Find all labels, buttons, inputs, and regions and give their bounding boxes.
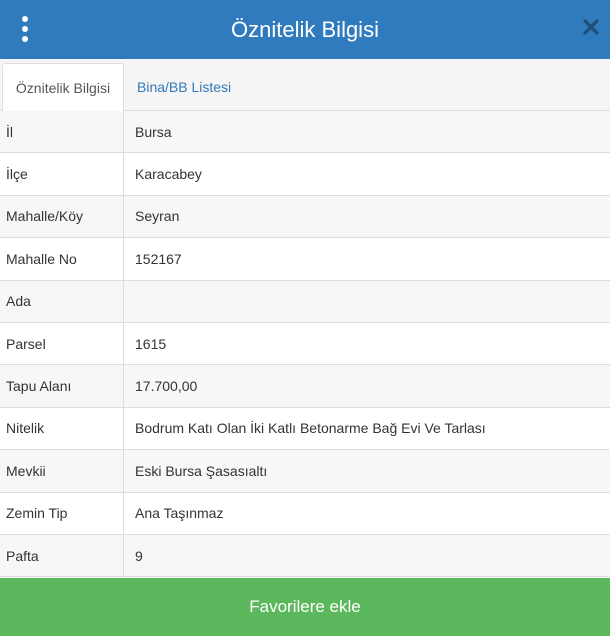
table-row: Mevkii Eski Bursa Şasasıaltı: [0, 450, 610, 493]
attribute-key: Ada: [0, 280, 124, 322]
attribute-value: Eski Bursa Şasasıaltı: [135, 462, 268, 479]
tab-attribute-info[interactable]: Öznitelik Bilgisi: [2, 63, 124, 112]
attribute-value: 1615: [135, 335, 167, 352]
attribute-value: Karacabey: [135, 166, 202, 183]
attribute-key: Mahalle/Köy: [0, 195, 124, 238]
attribute-value: Seyran: [135, 208, 180, 225]
add-to-favorites-button[interactable]: Favorilere ekle: [0, 578, 610, 636]
attribute-value: Ana Taşınmaz: [135, 505, 224, 522]
tab-building-list[interactable]: Bina/BB Listesi: [137, 63, 231, 111]
attribute-key: Tapu Alanı: [0, 365, 124, 407]
menu-dot: [22, 26, 28, 32]
tab-bar: Öznitelik Bilgisi Bina/BB Listesi: [0, 59, 610, 112]
table-row: Parsel 1615: [0, 322, 610, 366]
attribute-table: İl Bursa İlçe Karacabey Mahalle/Köy Seyran Mah…: [0, 111, 610, 578]
table-row: Mahalle/Köy Seyran: [0, 195, 610, 239]
attribute-key: Mahalle No: [0, 238, 124, 280]
title-bar: Öznitelik Bilgisi: [0, 0, 610, 59]
table-row: Zemin Tip Ana Taşınmaz: [0, 492, 610, 535]
close-icon[interactable]: [580, 16, 602, 38]
table-row: İlçe Karacabey: [0, 153, 610, 196]
attribute-value: Bodrum Katı Olan İki Katlı Betonarme Bağ…: [135, 420, 486, 437]
panel-title: Öznitelik Bilgisi: [231, 16, 379, 42]
attribute-key: Zemin Tip: [0, 492, 124, 534]
attribute-value: 9: [135, 547, 143, 564]
table-row: Tapu Alanı 17.700,00: [0, 365, 610, 408]
table-row: Mahalle No 152167: [0, 238, 610, 281]
attribute-key: Pafta: [0, 534, 124, 577]
table-row: İl Bursa: [0, 111, 610, 154]
attribute-value: Bursa: [135, 123, 172, 140]
attribute-key: Parsel: [0, 322, 124, 365]
menu-dot: [22, 36, 28, 42]
kebab-menu-icon[interactable]: [14, 12, 36, 46]
menu-dot: [22, 16, 28, 22]
table-row: Pafta 9: [0, 534, 610, 578]
table-row: Ada: [0, 280, 610, 323]
attribute-key: Nitelik: [0, 407, 124, 450]
attribute-key: Mevkii: [0, 450, 124, 492]
attribute-value: 152167: [135, 250, 182, 267]
attribute-value: 17.700,00: [135, 378, 198, 395]
attribute-key: İlçe: [0, 153, 124, 195]
attribute-value: [124, 281, 610, 322]
table-row: Nitelik Bodrum Katı Olan İki Katlı Betona…: [0, 407, 610, 451]
attribute-key: İl: [0, 111, 124, 153]
